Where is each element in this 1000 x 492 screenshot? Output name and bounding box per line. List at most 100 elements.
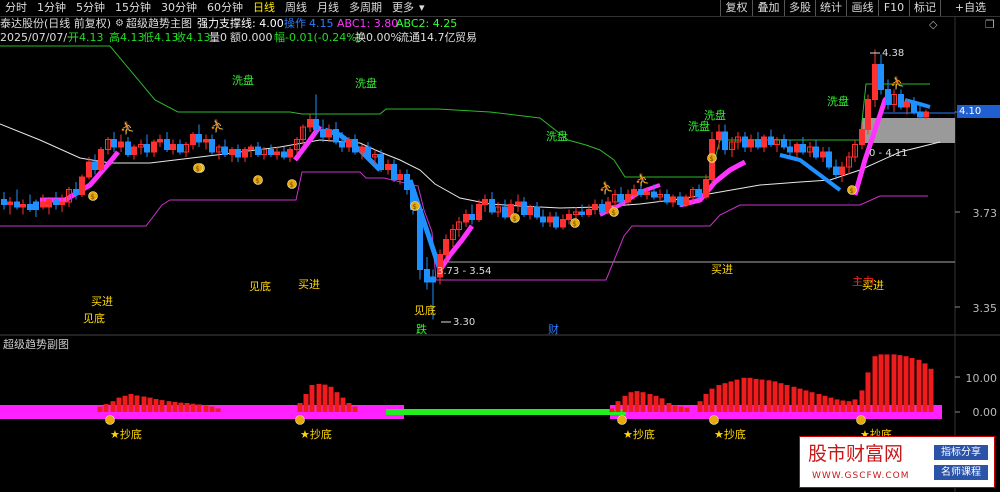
wash-label: 洗盘 [688,120,710,133]
sub-panel-title: 超级趋势副图 [3,338,69,351]
histogram-bar [215,408,221,412]
wash-label: 洗盘 [827,95,849,108]
watermark-url: WWW.GSCFW.COM [812,471,910,481]
histogram-bar [166,401,172,412]
histogram-bar [309,385,315,412]
candle-body [651,191,657,198]
candle-body [98,149,104,170]
candle-body [307,119,313,128]
candle-body [923,111,929,118]
histogram-bar [916,359,922,412]
histogram-bar [852,399,858,412]
fall-label: 跌 [416,323,427,336]
candle-body [46,199,52,208]
candle-body [53,199,59,205]
histogram-bar [640,392,646,412]
histogram-bar [209,406,215,412]
abc1-label: ABC1: 3.80 [337,17,399,30]
candle-body [397,174,403,180]
histogram-bar [647,394,653,412]
histogram-bar [741,377,747,412]
chart-canvas[interactable]: $$$$$$$$$$$⛹⛹⛹⛹⛹ [0,0,1000,492]
candle-body [73,189,79,195]
histogram-bar [678,406,684,412]
candle-body [670,196,676,203]
watermark-tag: 指标分享 [934,445,988,460]
histogram-bar [822,395,828,412]
candle-body [111,139,117,148]
sub-axis-label: 10.00 [965,372,998,385]
candle-body [904,101,910,108]
candle-body [515,201,521,205]
money-bag-icon: $ [289,181,293,189]
money-bag-icon [709,415,719,425]
histogram-bar [178,402,184,412]
candle-body [586,209,592,215]
wash-label: 洗盘 [232,74,254,87]
candle-body [268,149,274,155]
price-axis-label: 3.73 [972,207,998,220]
candle-body [27,204,33,210]
candle-body [917,111,923,118]
candle-body [222,146,228,155]
histogram-bar [97,406,103,412]
candle-body [560,219,566,228]
histogram-bar [134,395,140,412]
histogram-bar [122,395,128,412]
candle-body [463,214,469,223]
candle-body [638,189,644,195]
candle-body [274,151,280,155]
restore-icon[interactable]: ❐ [985,19,995,31]
candle-body [92,161,98,170]
candle-body [177,144,183,153]
runner-icon: ⛹ [635,172,650,187]
money-bag-icon: $ [611,209,615,217]
candle-body [683,196,689,205]
candle-body [424,269,430,283]
candle-body [7,201,13,205]
candle-body [144,144,150,153]
candle-body [625,194,631,203]
candle-body [86,161,92,178]
histogram-bar [159,400,165,412]
money-bag-icon: $ [90,193,94,201]
candle-body [79,176,85,195]
indicator-name[interactable]: 超级趋势主图 [126,18,192,30]
gear-icon[interactable]: ⚙ [115,18,124,30]
range-label: 3.73 - 3.54 [437,266,492,277]
diamond-icon[interactable]: ◇ [929,19,937,31]
buy-label: 买进 [298,278,320,291]
wash-label: 洗盘 [546,130,568,143]
candle-body [352,139,358,153]
candle-body [281,151,287,158]
candle-body [547,216,553,223]
candle-body [716,131,722,140]
price-axis-label: 3.35 [972,302,998,315]
histogram-bar [846,401,852,412]
candle-body [839,166,845,175]
candle-body [235,149,241,158]
candle-body [443,239,449,255]
histogram-bar [797,388,803,412]
candle-body [14,201,20,208]
candle-body [378,154,384,170]
money-bag-icon: $ [195,165,199,173]
bottom-signal-label: ★抄底 [110,428,142,441]
histogram-bar [816,394,822,412]
finance-label: 财 [548,323,559,336]
candle-body [320,129,326,138]
candle-body [476,204,482,220]
candle-body [742,136,748,148]
candle-body [287,149,293,158]
candle-body [592,204,598,210]
histogram-bar [728,381,734,412]
histogram-bar [128,394,134,412]
quote-trade: 贸易 [455,31,477,44]
histogram-bar [297,403,303,412]
candle-body [385,164,391,170]
candle-body [313,119,319,130]
histogram-bar [753,378,759,412]
candle-body [833,166,839,175]
candle-body [125,141,131,155]
candle-body [33,201,39,210]
